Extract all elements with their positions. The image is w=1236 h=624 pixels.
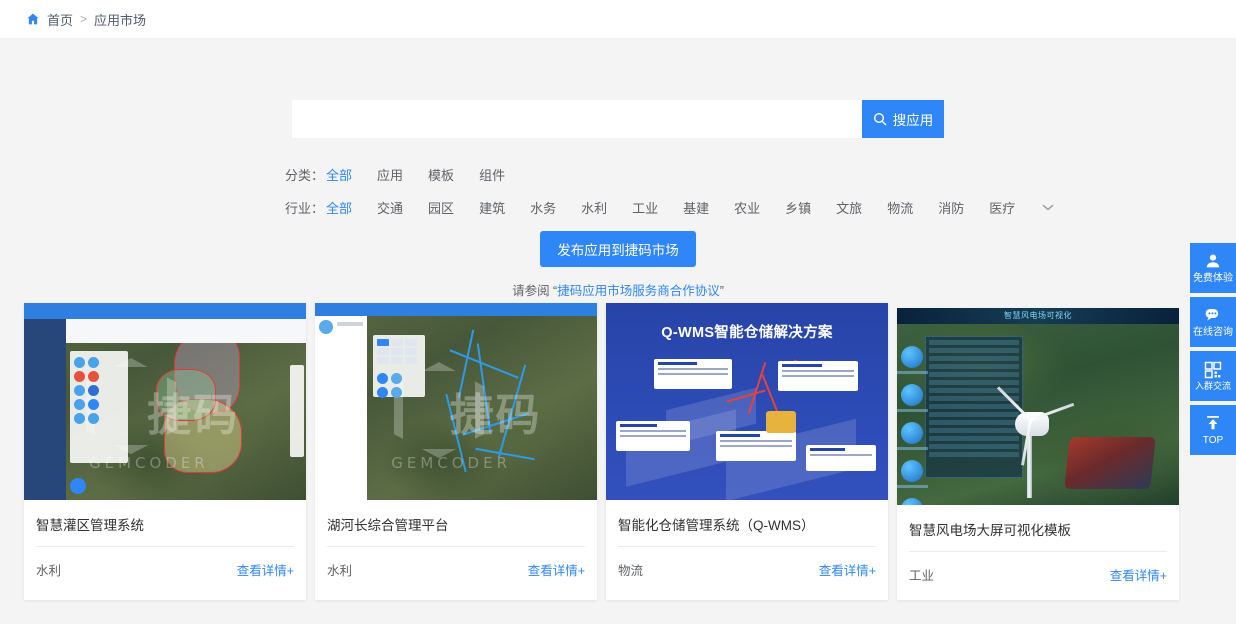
app-card-detail-link[interactable]: 查看详情+ (237, 560, 294, 579)
chat-icon (1204, 306, 1222, 324)
app-card-body: 智慧灌区管理系统 水利 查看详情+ (24, 500, 306, 579)
free-trial-button[interactable]: 免费体验 (1190, 243, 1236, 293)
search-button[interactable]: 搜应用 (862, 100, 944, 138)
app-card-industry: 物流 (618, 560, 643, 579)
breadcrumb: 首页 > 应用市场 (0, 0, 1236, 38)
breadcrumb-separator: > (80, 12, 87, 26)
filter-industry-park[interactable]: 园区 (428, 198, 454, 217)
chevron-down-icon[interactable] (1040, 200, 1056, 216)
app-card-industry: 水利 (36, 560, 61, 579)
search-icon (873, 112, 887, 126)
filter-category-all[interactable]: 全部 (326, 165, 352, 184)
filter-category-component[interactable]: 组件 (479, 165, 505, 184)
app-card-meta: 水利 查看详情+ (36, 547, 294, 579)
filter-industry-firefighting[interactable]: 消防 (938, 198, 964, 217)
search-input[interactable] (292, 100, 862, 138)
back-to-top-label: TOP (1203, 435, 1223, 446)
online-consult-button[interactable]: 在线咨询 (1190, 297, 1236, 347)
app-card-thumbnail: 智慧风电场可视化 (897, 308, 1179, 505)
filter-category-app[interactable]: 应用 (377, 165, 403, 184)
filter-industry-medical[interactable]: 医疗 (989, 198, 1015, 217)
app-card-title: 智能化仓储管理系统（Q-WMS） (618, 514, 876, 547)
agreement-note: 请参阅 “捷码应用市场服务商合作协议” (0, 280, 1236, 299)
publish-app-button[interactable]: 发布应用到捷码市场 (540, 231, 696, 267)
filter-label-category: 分类： (285, 165, 324, 184)
app-card-body: 湖河长综合管理平台 水利 查看详情+ (315, 500, 597, 579)
app-card-title: 湖河长综合管理平台 (327, 514, 585, 547)
app-card-detail-link[interactable]: 查看详情+ (1110, 565, 1167, 584)
app-card[interactable]: 智慧风电场可视化 (897, 308, 1179, 600)
agreement-prefix: 请参阅 “ (512, 284, 557, 298)
search-button-label: 搜应用 (893, 109, 934, 129)
filter-industry-tourism[interactable]: 文旅 (836, 198, 862, 217)
agreement-link[interactable]: 捷码应用市场服务商合作协议 (557, 284, 720, 298)
breadcrumb-current: 应用市场 (94, 10, 146, 29)
app-card-thumbnail: 捷码GEMCODER (24, 303, 306, 500)
user-icon (1204, 252, 1222, 270)
agreement-suffix: ” (720, 284, 724, 298)
breadcrumb-home[interactable]: 首页 (47, 10, 73, 29)
app-card-meta: 工业 查看详情+ (909, 552, 1167, 584)
join-group-label: 入群交流 (1195, 382, 1231, 392)
app-card-list: 捷码GEMCODER 智慧灌区管理系统 (24, 303, 1174, 600)
app-card-detail-link[interactable]: 查看详情+ (528, 560, 585, 579)
app-card-title: 智慧风电场大屏可视化模板 (909, 519, 1167, 552)
filter-industry-transport[interactable]: 交通 (377, 198, 403, 217)
join-group-button[interactable]: 入群交流 (1190, 351, 1236, 401)
home-icon (26, 12, 40, 26)
search-section: 搜应用 (0, 100, 1236, 138)
filter-industry-all[interactable]: 全部 (326, 198, 352, 217)
app-card-industry: 水利 (327, 560, 352, 579)
thumbnail-title: 智慧风电场可视化 (1004, 310, 1072, 321)
app-card-body: 智能化仓储管理系统（Q-WMS） 物流 查看详情+ (606, 500, 888, 579)
filter-industry-industrial[interactable]: 工业 (632, 198, 658, 217)
free-trial-label: 免费体验 (1193, 273, 1233, 284)
filter-industry-waterworks[interactable]: 水务 (530, 198, 556, 217)
app-card-meta: 物流 查看详情+ (618, 547, 876, 579)
publish-section: 发布应用到捷码市场 请参阅 “捷码应用市场服务商合作协议” (0, 231, 1236, 299)
app-card-body: 智慧风电场大屏可视化模板 工业 查看详情+ (897, 505, 1179, 584)
filter-label-industry: 行业： (285, 198, 324, 217)
app-card[interactable]: Q-WMS智能仓储解决方案 智能化仓储管理系统（Q-WMS） 物流 查看详 (606, 303, 888, 600)
filter-category-template[interactable]: 模板 (428, 165, 454, 184)
arrow-up-icon (1204, 414, 1222, 432)
filter-industry-construction[interactable]: 建筑 (479, 198, 505, 217)
app-card[interactable]: 捷码GEMCODER (315, 303, 597, 600)
app-card-thumbnail: Q-WMS智能仓储解决方案 (606, 303, 888, 500)
app-card-thumbnail: 捷码GEMCODER (315, 303, 597, 500)
back-to-top-button[interactable]: TOP (1190, 405, 1236, 455)
app-card-detail-link[interactable]: 查看详情+ (819, 560, 876, 579)
filter-industry-agriculture[interactable]: 农业 (734, 198, 760, 217)
filter-industry-waterresource[interactable]: 水利 (581, 198, 607, 217)
filter-industry-logistics[interactable]: 物流 (887, 198, 913, 217)
search-box: 搜应用 (292, 100, 944, 138)
filter-row-category: 分类： 全部 应用 模板 组件 (285, 165, 1236, 184)
thumbnail-title: Q-WMS智能仓储解决方案 (606, 321, 888, 342)
app-card-meta: 水利 查看详情+ (327, 547, 585, 579)
filter-row-industry: 行业： 全部 交通 园区 建筑 水务 水利 工业 基建 农业 乡镇 文旅 物流 … (285, 198, 1236, 217)
qrcode-icon (1204, 361, 1222, 379)
app-card-industry: 工业 (909, 565, 934, 584)
floating-toolbar: 免费体验 在线咨询 入群交流 (1190, 243, 1236, 455)
filter-section: 分类： 全部 应用 模板 组件 行业： 全部 交通 园区 建筑 水务 水利 工业… (0, 165, 1236, 217)
online-consult-label: 在线咨询 (1193, 327, 1233, 338)
app-card[interactable]: 捷码GEMCODER 智慧灌区管理系统 (24, 303, 306, 600)
filter-industry-infrastructure[interactable]: 基建 (683, 198, 709, 217)
app-card-title: 智慧灌区管理系统 (36, 514, 294, 547)
filter-industry-township[interactable]: 乡镇 (785, 198, 811, 217)
